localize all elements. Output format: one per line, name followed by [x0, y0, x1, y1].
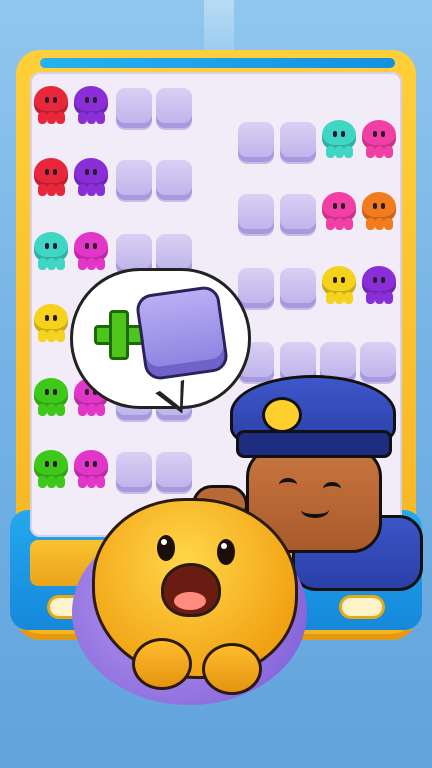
passenger-magenta[interactable]: [72, 448, 110, 490]
passenger-purple[interactable]: [360, 264, 398, 306]
empty-seat[interactable]: [156, 160, 192, 200]
bus-roof-stripe: [40, 58, 395, 68]
passenger-red[interactable]: [32, 84, 70, 126]
mascot-eye-left: [157, 535, 175, 561]
mascot-eye-right: [217, 539, 235, 565]
mascot-mouth: [161, 563, 221, 617]
passenger-red[interactable]: [32, 156, 70, 198]
passenger-yellow[interactable]: [32, 302, 70, 344]
empty-seat[interactable]: [238, 194, 274, 234]
passenger-pink[interactable]: [320, 190, 358, 232]
captain-eye-right: [323, 482, 341, 496]
headlight-right: [342, 598, 382, 616]
mascot-arm-left: [132, 638, 192, 690]
empty-seat[interactable]: [280, 268, 316, 308]
yellow-blob-mascot: [72, 498, 312, 708]
mascot-body: [92, 498, 298, 679]
empty-seat[interactable]: [116, 452, 152, 492]
mascot-arm-right: [202, 643, 262, 695]
plus-icon: [94, 310, 144, 360]
captain-hat-band: [236, 430, 392, 458]
passenger-orange[interactable]: [360, 190, 398, 232]
passenger-purple[interactable]: [72, 156, 110, 198]
passenger-teal[interactable]: [320, 118, 358, 160]
empty-seat[interactable]: [116, 88, 152, 128]
passenger-purple[interactable]: [72, 84, 110, 126]
empty-seat[interactable]: [280, 194, 316, 234]
empty-seat[interactable]: [238, 268, 274, 308]
empty-seat[interactable]: [156, 88, 192, 128]
captain-eye-left: [279, 478, 297, 492]
empty-seat[interactable]: [238, 122, 274, 162]
passenger-magenta[interactable]: [72, 230, 110, 272]
passenger-green[interactable]: [32, 376, 70, 418]
passenger-yellow[interactable]: [320, 264, 358, 306]
empty-seat[interactable]: [116, 160, 152, 200]
passenger-green[interactable]: [32, 448, 70, 490]
passenger-teal[interactable]: [32, 230, 70, 272]
captain-hat-badge-icon: [262, 397, 302, 433]
extra-seat-icon: [134, 284, 230, 382]
empty-seat[interactable]: [156, 452, 192, 492]
empty-seat[interactable]: [280, 122, 316, 162]
passenger-pink[interactable]: [360, 118, 398, 160]
